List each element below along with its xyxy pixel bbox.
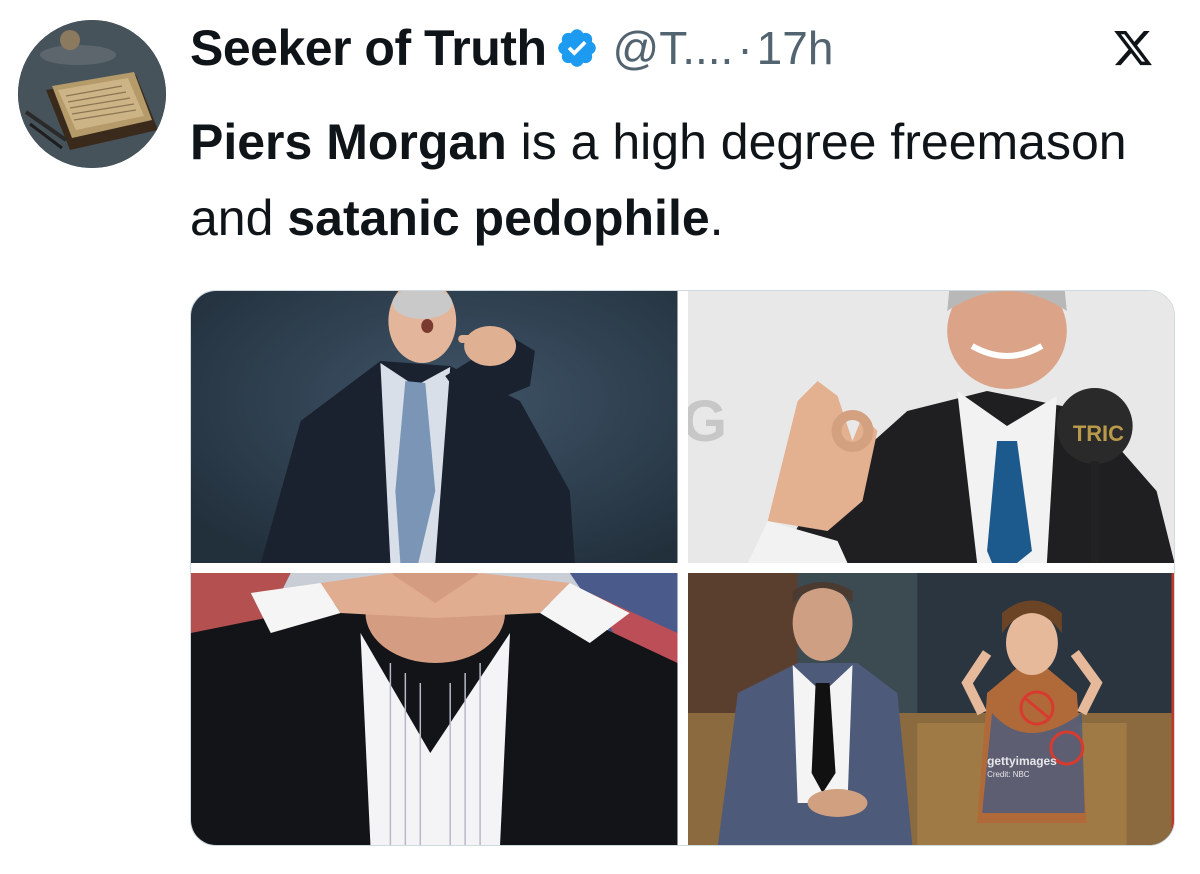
photo-hands-over-eyes[interactable] bbox=[191, 573, 678, 845]
book-and-quill-avatar bbox=[18, 20, 166, 168]
tweet-text-bold-accusation: satanic pedophile bbox=[287, 190, 710, 246]
tweet-header: Seeker of Truth @T.... · 17h bbox=[190, 18, 1180, 78]
display-name[interactable]: Seeker of Truth bbox=[190, 19, 547, 77]
photo-talk-show-with-girl[interactable]: gettyimages Credit: NBC bbox=[687, 573, 1174, 845]
x-logo-icon bbox=[1112, 26, 1154, 70]
photo-pointing-man[interactable] bbox=[191, 291, 678, 563]
verified-badge-icon bbox=[555, 26, 599, 70]
tweet-text-period: . bbox=[709, 190, 724, 246]
award-text: TRIC bbox=[1072, 421, 1123, 446]
photo-ok-hand-gesture[interactable]: G TRIC bbox=[687, 291, 1174, 563]
getty-watermark: gettyimages bbox=[987, 754, 1057, 768]
photo-credit: Credit: NBC bbox=[987, 770, 1030, 779]
tweet-text-bold-name: Piers Morgan bbox=[190, 114, 507, 170]
tweet-text: Piers Morgan is a high degree freemason … bbox=[190, 104, 1180, 256]
backdrop-letter: G bbox=[688, 390, 727, 454]
separator-dot: · bbox=[737, 22, 753, 74]
timestamp[interactable]: 17h bbox=[757, 21, 834, 75]
avatar[interactable] bbox=[18, 20, 166, 168]
handle[interactable]: @T.... bbox=[613, 21, 734, 75]
media-grid: G TRIC bbox=[190, 290, 1175, 846]
